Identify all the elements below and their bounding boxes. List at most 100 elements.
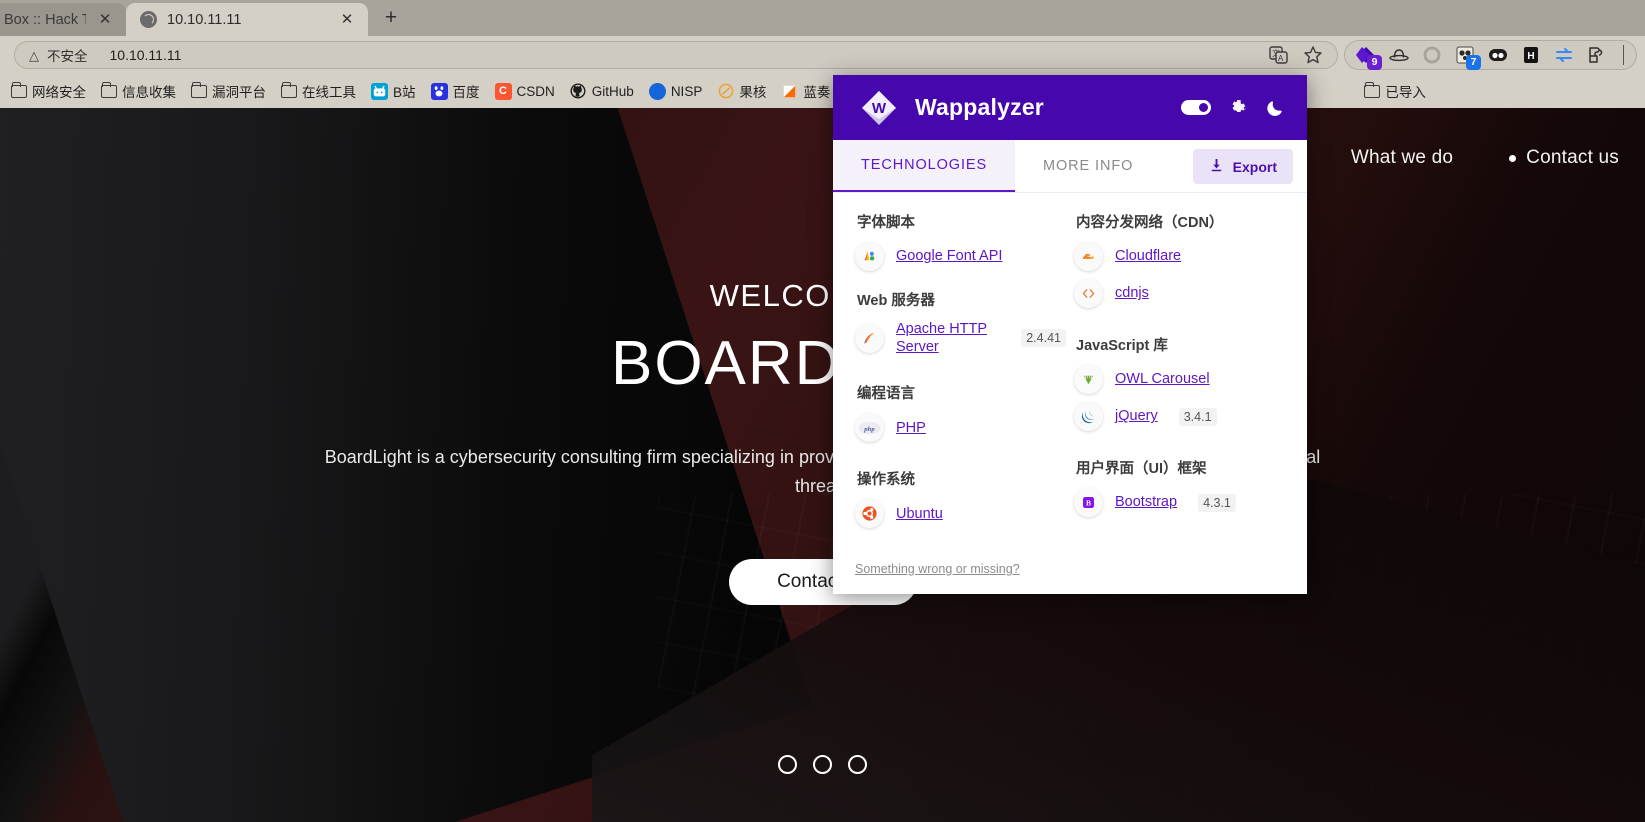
tab-technologies[interactable]: TECHNOLOGIES bbox=[833, 140, 1016, 192]
technology-row[interactable]: Apache HTTP Server 2.4.41 bbox=[855, 320, 1066, 356]
tab-more-info[interactable]: MORE INFO bbox=[1015, 140, 1161, 192]
bookmark-item[interactable]: 网络安全 bbox=[4, 78, 93, 104]
technology-link[interactable]: Cloudflare bbox=[1115, 247, 1181, 265]
technology-row[interactable]: OWL Carousel bbox=[1074, 365, 1285, 394]
carousel-dot[interactable] bbox=[848, 755, 867, 774]
hackbar-extension-icon[interactable]: H bbox=[1520, 44, 1542, 66]
bookmark-item[interactable]: GitHub bbox=[563, 80, 641, 103]
hero-welcome: WELCOME TO bbox=[709, 278, 936, 313]
translate-icon[interactable]: 文A bbox=[1269, 45, 1289, 65]
category-title: 内容分发网络（CDN） bbox=[1076, 215, 1224, 231]
technology-link[interactable]: jQuery bbox=[1115, 407, 1158, 425]
close-icon[interactable]: ✕ bbox=[338, 11, 356, 29]
folder-icon bbox=[11, 81, 27, 98]
bookmark-label: 百度 bbox=[452, 85, 480, 100]
bookmark-item[interactable]: NISP bbox=[642, 80, 710, 103]
tab-label: MORE INFO bbox=[1043, 158, 1134, 174]
technology-link[interactable]: OWL Carousel bbox=[1115, 370, 1210, 388]
webpage-viewport: What we do Contact us WELCOME TO BOARDLI… bbox=[0, 108, 1645, 822]
wappalyzer-diamond-icon: W bbox=[857, 86, 901, 130]
bookmark-star-icon[interactable] bbox=[1303, 45, 1323, 65]
close-icon[interactable]: ✕ bbox=[96, 11, 114, 29]
technologies-column-left: 字体脚本 Google Font API Web 服务器 Apache HTTP… bbox=[855, 211, 1066, 554]
extensions-area: 9 7 H bbox=[1344, 40, 1637, 70]
gear-icon[interactable] bbox=[1228, 98, 1248, 118]
nav-item-contact-us[interactable]: Contact us bbox=[1509, 147, 1619, 169]
technology-row[interactable]: jQuery 3.4.1 bbox=[1074, 402, 1285, 431]
export-button[interactable]: Export bbox=[1192, 149, 1293, 184]
wappalyzer-footer: Something wrong or missing? bbox=[833, 554, 1307, 594]
panda-extension-icon[interactable]: 7 bbox=[1454, 44, 1481, 70]
circle-extension-icon[interactable] bbox=[1421, 44, 1443, 66]
apache-feather-icon bbox=[855, 323, 884, 353]
svg-text:W: W bbox=[872, 100, 887, 117]
browser-tab-1[interactable]: 10.10.11.11 ✕ bbox=[126, 3, 368, 36]
svg-text:php: php bbox=[863, 426, 875, 433]
something-wrong-link[interactable]: Something wrong or missing? bbox=[855, 562, 1020, 576]
technology-link[interactable]: Apache HTTP Server bbox=[896, 320, 1000, 356]
technology-version: 3.4.1 bbox=[1178, 407, 1217, 426]
csdn-icon: C bbox=[494, 82, 512, 100]
ubuntu-icon bbox=[855, 499, 884, 529]
jquery-icon bbox=[1074, 402, 1103, 431]
warning-triangle-icon: △ bbox=[29, 47, 39, 63]
bookmark-item[interactable]: 百度 bbox=[424, 78, 487, 104]
bookmarks-bar: 网络安全 信息收集 漏洞平台 在线工具 B站 百度 C CSDN GitHub … bbox=[0, 74, 1645, 108]
wappalyzer-tabs: TECHNOLOGIES MORE INFO Export bbox=[833, 140, 1307, 193]
wappalyzer-popup: W Wappalyzer TECHNOLOGIES MORE INFO Expo… bbox=[833, 75, 1307, 594]
svg-text:A: A bbox=[1278, 54, 1284, 63]
url-text[interactable]: 10.10.11.11 bbox=[110, 47, 182, 63]
technology-row[interactable]: Cloudflare bbox=[1074, 242, 1285, 271]
tab-label: TECHNOLOGIES bbox=[861, 157, 988, 173]
extensions-menu-divider bbox=[1623, 45, 1626, 65]
puzzle-extensions-icon[interactable] bbox=[1586, 44, 1608, 66]
bilibili-icon bbox=[371, 82, 388, 100]
bookmark-item[interactable]: 在线工具 bbox=[274, 78, 363, 104]
carousel-dot[interactable] bbox=[813, 755, 832, 774]
category-title: 用户界面（UI）框架 bbox=[1076, 461, 1207, 477]
export-label: Export bbox=[1232, 158, 1277, 175]
bookmark-item[interactable]: 信息收集 bbox=[94, 78, 183, 104]
new-tab-button[interactable]: + bbox=[376, 4, 406, 34]
bookmark-label: 信息收集 bbox=[122, 85, 176, 100]
technology-link[interactable]: Ubuntu bbox=[896, 505, 943, 523]
technology-row[interactable]: B Bootstrap 4.3.1 bbox=[1074, 488, 1285, 517]
github-icon bbox=[570, 83, 587, 100]
tab-title: 10.10.11.11 bbox=[167, 11, 242, 28]
technology-version: 2.4.41 bbox=[1021, 329, 1066, 348]
technology-row[interactable]: Ubuntu bbox=[855, 499, 1066, 529]
category-title: 编程语言 bbox=[857, 386, 915, 403]
bookmark-item[interactable]: B站 bbox=[364, 78, 423, 104]
download-icon bbox=[1209, 158, 1224, 176]
technology-link[interactable]: Google Font API bbox=[896, 247, 1002, 265]
folder-icon bbox=[1364, 81, 1381, 98]
site-nav: What we do Contact us bbox=[0, 138, 1645, 178]
technology-row[interactable]: php PHP bbox=[855, 413, 1066, 443]
technology-row[interactable]: cdnjs bbox=[1074, 279, 1285, 308]
bookmark-label: NISP bbox=[670, 83, 703, 99]
guohe-icon bbox=[717, 83, 734, 100]
bookmark-item[interactable]: 果核 bbox=[710, 78, 773, 104]
bookmark-item[interactable]: C CSDN bbox=[488, 80, 562, 103]
glasses-extension-icon[interactable] bbox=[1487, 44, 1509, 66]
hat-extension-icon[interactable] bbox=[1388, 44, 1410, 66]
browser-tab-0[interactable]: Box :: Hack The ✕ bbox=[0, 3, 126, 36]
bookmark-label: 漏洞平台 bbox=[212, 85, 266, 100]
technology-link[interactable]: Bootstrap bbox=[1115, 493, 1177, 511]
owl-carousel-icon bbox=[1074, 365, 1103, 394]
bookmark-item-imported[interactable]: 已导入 bbox=[1357, 78, 1433, 104]
nav-item-what-we-do[interactable]: What we do bbox=[1351, 147, 1453, 169]
bookmark-item[interactable]: 蓝奏 bbox=[774, 78, 837, 104]
power-toggle[interactable] bbox=[1181, 100, 1211, 115]
technology-link[interactable]: cdnjs bbox=[1115, 284, 1149, 302]
bookmark-item[interactable]: 漏洞平台 bbox=[184, 78, 273, 104]
carousel-dot[interactable] bbox=[778, 755, 797, 774]
php-icon: php bbox=[855, 413, 884, 443]
hero-section: WELCOME TO BOARDLIGHT BoardLight is a cy… bbox=[0, 278, 1645, 605]
technology-link[interactable]: PHP bbox=[896, 419, 926, 437]
moon-icon[interactable] bbox=[1265, 98, 1285, 118]
technology-row[interactable]: Google Font API bbox=[855, 242, 1066, 271]
wappalyzer-extension-icon[interactable]: 9 bbox=[1355, 44, 1382, 70]
proxy-switch-extension-icon[interactable] bbox=[1553, 44, 1575, 66]
address-bar[interactable]: △ 不安全 10.10.11.11 文A bbox=[14, 41, 1338, 69]
